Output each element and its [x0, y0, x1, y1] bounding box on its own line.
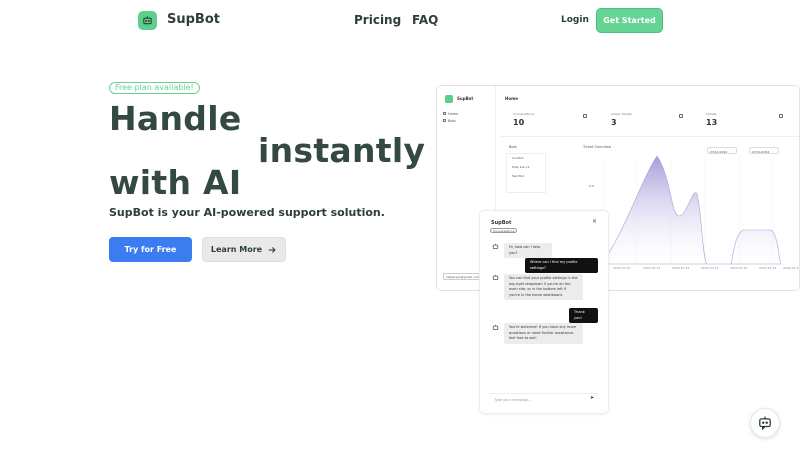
divider	[500, 136, 799, 137]
headline-line-3: with AI	[109, 163, 242, 202]
chat-message-bot: You can find your profile settings in th…	[504, 274, 583, 300]
date-from-field: 03/11/2024	[707, 147, 737, 154]
chart-area	[602, 156, 782, 265]
stat-label: Tickets	[706, 112, 717, 116]
stat-value: 10	[513, 118, 525, 127]
bots-panel-title: Bots	[509, 145, 517, 149]
dashboard-title: Home	[505, 96, 518, 101]
ticket-area-chart	[593, 156, 798, 265]
x-tick-label: 2024-07-15	[759, 266, 777, 270]
stat-label: Conversations	[513, 112, 535, 116]
bot-list-item: Test Bot	[512, 174, 524, 178]
x-tick-label: 2024-07-10	[613, 266, 631, 270]
try-for-free-button[interactable]: Try for Free	[109, 237, 192, 262]
chart-x-axis: 2024-07-10 2024-07-11 2024-07-12 2024-07…	[613, 266, 800, 271]
dashboard-nav-bots-label: Bots	[448, 119, 456, 123]
bot-list-item: Help bot v2	[512, 165, 530, 169]
learn-more-button[interactable]: Learn More	[202, 237, 286, 262]
bot-avatar-icon	[492, 274, 499, 280]
chat-message-user: Thank you!	[569, 308, 598, 323]
nav-pricing-link[interactable]: Pricing	[354, 13, 401, 27]
chat-title: SupBot	[491, 220, 512, 226]
stat-value: 3	[611, 118, 617, 127]
chat-message-bot: You're welcome! If you have any more que…	[504, 323, 583, 344]
x-tick-label: 2024-07-11	[643, 266, 661, 270]
close-icon[interactable]: ✕	[592, 218, 597, 225]
chat-widget-preview: SupBot Conversations ✕ Hi, how can I hel…	[479, 210, 609, 414]
chat-subtitle-badge: Conversations	[490, 228, 518, 233]
bot-avatar-icon	[492, 324, 499, 330]
bot-list-item: Coolbot	[512, 156, 524, 160]
bots-list: Coolbot Help bot v2 Test Bot	[506, 153, 546, 193]
x-tick-label: 2024-07-12	[672, 266, 690, 270]
x-tick-label: 2024-07-16	[783, 266, 800, 270]
ticket-icon	[679, 114, 683, 118]
get-started-button[interactable]: Get Started	[596, 8, 663, 33]
dashboard-logo-icon	[445, 95, 453, 103]
stat-value: 13	[706, 118, 718, 127]
hero-subhead: SupBot is your AI-powered support soluti…	[109, 206, 385, 219]
dashboard-nav-home-label: Home	[448, 112, 459, 116]
bot-chat-icon	[759, 416, 771, 430]
date-to-field: 07/11/2024	[749, 147, 779, 154]
send-icon[interactable]: ➤	[590, 395, 594, 401]
x-tick-label: 2024-07-13	[701, 266, 719, 270]
dashboard-nav-bots: Bots	[443, 119, 456, 123]
dashboard-brand: SupBot	[457, 96, 474, 101]
login-link[interactable]: Login	[561, 15, 589, 25]
headline-line-1: Handle	[109, 99, 242, 138]
chat-message-input[interactable]: Type your message...	[490, 393, 598, 405]
home-icon	[443, 112, 446, 115]
brand-name[interactable]: SupBot	[167, 12, 220, 27]
dashboard-nav-home: Home	[443, 112, 459, 116]
chat-launcher-button[interactable]	[750, 408, 780, 438]
free-plan-badge: Free plan available!	[109, 82, 200, 94]
chat-message-bot: Hi, how can I help you?	[504, 243, 552, 258]
nav-faq-link[interactable]: FAQ	[412, 13, 438, 27]
chat-message-user: Where can I find my profile settings?	[525, 258, 598, 273]
learn-more-label: Learn More	[210, 245, 263, 254]
ticket-icon	[779, 114, 783, 118]
chat-icon	[583, 114, 587, 118]
x-tick-label: 2024-07-14	[730, 266, 748, 270]
stat-label: Active Tickets	[611, 112, 632, 116]
logo-icon[interactable]	[138, 11, 157, 30]
headline-line-2: instantly	[258, 131, 426, 170]
bot-icon	[443, 119, 446, 122]
chart-title: Ticket Overview	[583, 145, 611, 149]
arrow-right-icon	[268, 246, 276, 253]
bot-avatar-icon	[492, 243, 499, 249]
